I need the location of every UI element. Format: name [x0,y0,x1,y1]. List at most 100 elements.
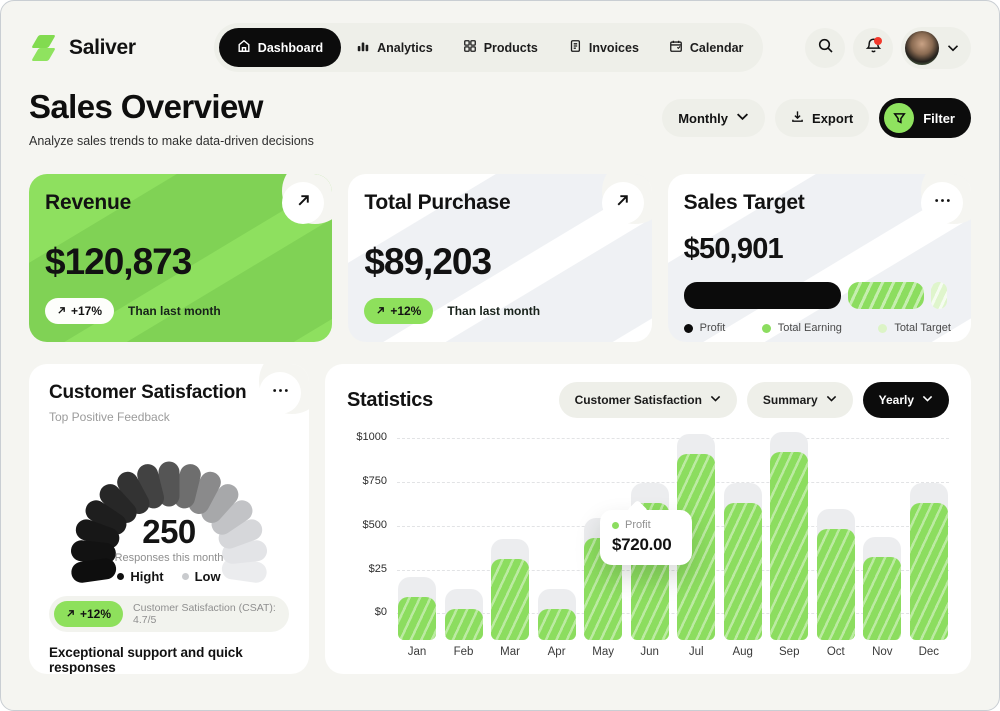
x-tick: Aug [723,646,763,658]
top-actions [805,27,971,69]
total-purchase-card: Total Purchase $89,203 +12% Than last mo… [348,174,651,342]
bar-value [538,609,576,640]
legend-dot [762,324,771,333]
sales-target-progress [684,282,955,309]
main-nav: Dashboard Analytics Products Invoices Ca… [214,23,764,72]
notifications-button[interactable] [853,28,893,68]
page-title: Sales Overview [29,88,314,126]
bar-feb[interactable] [444,432,484,640]
x-tick: Jun [630,646,670,658]
customer-satisfaction-card: Customer Satisfaction Top Positive Feedb… [29,364,309,674]
chevron-down-icon [710,393,721,407]
brand-name: Saliver [69,36,136,60]
profit-bar-chart: $1000 $750 $500 $25 $0 JanFebMarAprMayJu… [347,432,949,666]
x-tick: Feb [444,646,484,658]
responses-count: 250 [54,513,284,551]
home-icon [237,39,251,56]
chevron-down-icon [736,110,749,126]
nav-item-calendar[interactable]: Calendar [654,30,759,65]
bar-oct[interactable] [816,432,856,640]
bar-value [910,503,948,640]
nav-item-invoices[interactable]: Invoices [553,30,654,65]
grid-icon [463,39,477,56]
bar-value [863,557,901,640]
page-subtitle: Analyze sales trends to make data-driven… [29,134,314,148]
nav-item-dashboard[interactable]: Dashboard [219,28,341,67]
trend-up-icon [57,304,66,318]
period-select[interactable]: Monthly [662,99,765,137]
filter-button[interactable]: Filter [879,98,971,138]
trend-note: Than last month [128,304,221,318]
range-select[interactable]: Yearly [863,382,949,418]
search-icon [817,37,834,59]
nav-item-products[interactable]: Products [448,30,553,65]
nav-item-analytics[interactable]: Analytics [341,30,448,65]
card-title: Customer Satisfaction [49,382,289,404]
satisfaction-gauge: 250 Responses this month [54,434,284,560]
export-button[interactable]: Export [775,99,869,137]
target-segment-profit [684,282,841,309]
total-purchase-value: $89,203 [364,241,635,283]
user-menu[interactable] [901,27,971,69]
csat-summary-pill: +12% Customer Satisfaction (CSAT): 4.7/5 [49,596,289,632]
target-segment-total-earning [848,282,924,309]
x-tick: Dec [909,646,949,658]
legend-dot [878,324,887,333]
y-tick: $500 [363,519,387,531]
sales-target-card: Sales Target $50,901 Profit Total Earnin… [668,174,971,342]
x-tick: Oct [816,646,856,658]
chevron-down-icon [947,39,959,57]
y-axis-labels: $1000 $750 $500 $25 $0 [347,432,389,640]
bar-value [770,452,808,640]
x-tick: Jan [397,646,437,658]
bar-value [817,529,855,640]
csat-footer-text: Exceptional support and quick responses [49,645,289,674]
legend-dot [684,324,693,333]
trend-badge: +17% [45,298,114,324]
notification-badge [874,37,882,45]
bar-sep[interactable] [769,432,809,640]
csat-score-text: Customer Satisfaction (CSAT): 4.7/5 [133,602,284,626]
bar-jan[interactable] [397,432,437,640]
bar-dec[interactable] [909,432,949,640]
search-button[interactable] [805,28,845,68]
y-tick: $0 [375,606,387,618]
metric-select[interactable]: Customer Satisfaction [559,382,737,418]
target-segment-total-target [931,282,947,309]
app-window: Saliver Dashboard Analytics Products Inv… [0,0,1000,711]
tooltip-dot [612,522,619,529]
brand-logo-icon [29,33,59,63]
bar-nov[interactable] [862,432,902,640]
trend-badge: +12% [364,298,433,324]
page-header: Sales Overview Analyze sales trends to m… [1,72,999,148]
funnel-icon [884,103,914,133]
y-tick: $750 [363,475,387,487]
summary-select[interactable]: Summary [747,382,853,418]
tooltip-value: $720.00 [612,535,680,555]
calendar-icon [669,39,683,56]
bar-apr[interactable] [537,432,577,640]
legend-dot [182,573,189,580]
x-tick: Mar [490,646,530,658]
card-title: Sales Target [684,191,955,215]
x-tick: Jul [676,646,716,658]
bar-value [445,609,483,640]
statistics-card: Statistics Customer Satisfaction Summary… [325,364,971,674]
card-title: Total Purchase [364,191,635,215]
sales-target-legend: Profit Total Earning Total Target [684,322,955,334]
y-tick: $25 [369,563,387,575]
trend-note: Than last month [447,304,540,318]
x-tick: Sep [769,646,809,658]
bar-value [398,597,436,640]
revenue-value: $120,873 [45,241,316,283]
chevron-down-icon [826,393,837,407]
bar-mar[interactable] [490,432,530,640]
bar-value [724,503,762,640]
y-tick: $1000 [356,431,387,443]
bar-aug[interactable] [723,432,763,640]
avatar [905,31,939,65]
trend-badge: +12% [54,601,123,627]
card-title: Statistics [347,389,433,412]
x-axis-labels: JanFebMarAprMayJunJulAugSepOctNovDec [397,646,949,658]
trend-up-icon [66,607,75,621]
